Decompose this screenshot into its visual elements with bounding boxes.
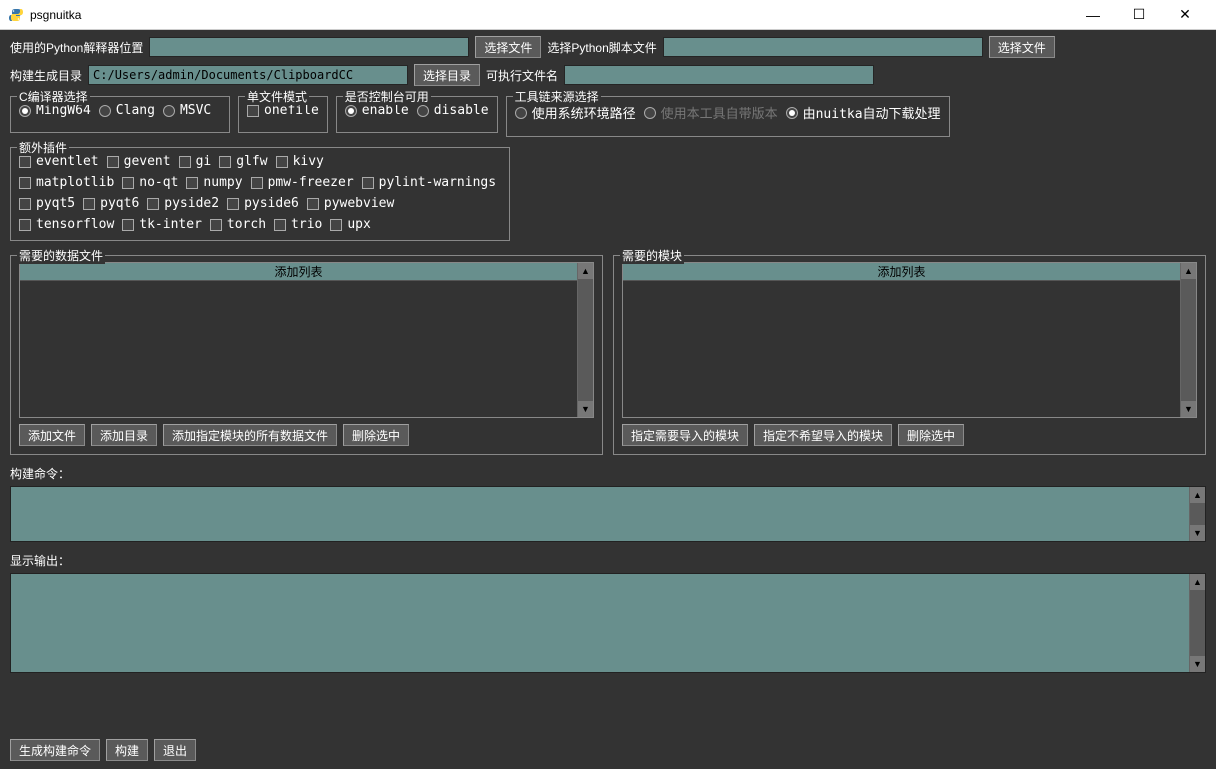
close-button[interactable]: ✕ — [1162, 0, 1208, 30]
datafiles-legend: 需要的数据文件 — [17, 247, 105, 264]
check-gevent[interactable]: gevent — [107, 154, 171, 169]
compiler-legend: C编译器选择 — [17, 88, 90, 105]
check-gi[interactable]: gi — [179, 154, 212, 169]
scroll-down-icon[interactable]: ▼ — [578, 401, 593, 417]
build-cmd-label: 构建命令： — [10, 465, 1206, 482]
scroll-up-icon[interactable]: ▲ — [1181, 263, 1196, 279]
toolchain-legend: 工具链来源选择 — [513, 88, 601, 105]
script-label: 选择Python脚本文件 — [547, 39, 656, 56]
check-onefile[interactable]: onefile — [247, 103, 319, 118]
scroll-down-icon[interactable]: ▼ — [1190, 525, 1205, 541]
modules-list-header: 添加列表 — [623, 263, 1180, 281]
check-no-qt[interactable]: no-qt — [122, 175, 178, 190]
script-input[interactable] — [663, 37, 983, 57]
check-torch[interactable]: torch — [210, 217, 266, 232]
add-dir-button[interactable]: 添加目录 — [91, 424, 157, 446]
modules-fieldset: 需要的模块 添加列表 ▲ ▼ 指定需要导入的模块 指定不希望导入的模块 删除选中 — [613, 255, 1206, 455]
modules-scrollbar[interactable]: ▲ ▼ — [1180, 263, 1196, 417]
compiler-fieldset: C编译器选择 MingW64 Clang MSVC — [10, 96, 230, 133]
gen-build-cmd-button[interactable]: 生成构建命令 — [10, 739, 100, 761]
radio-system-path[interactable]: 使用系统环境路径 — [515, 103, 636, 122]
check-glfw[interactable]: glfw — [219, 154, 267, 169]
modules-list[interactable]: 添加列表 — [623, 263, 1180, 417]
choose-script-file-button[interactable]: 选择文件 — [989, 36, 1055, 58]
plugins-legend: 额外插件 — [17, 139, 69, 156]
build-dir-label: 构建生成目录 — [10, 67, 82, 84]
scroll-down-icon[interactable]: ▼ — [1190, 656, 1205, 672]
exe-name-input[interactable] — [564, 65, 874, 85]
check-pylint-warnings[interactable]: pylint-warnings — [362, 175, 496, 190]
radio-msvc[interactable]: MSVC — [163, 103, 211, 118]
add-file-button[interactable]: 添加文件 — [19, 424, 85, 446]
output-label: 显示输出： — [10, 552, 1206, 569]
app-icon — [8, 7, 24, 23]
radio-mingw64[interactable]: MingW64 — [19, 103, 91, 118]
check-pyside2[interactable]: pyside2 — [147, 196, 219, 211]
check-kivy[interactable]: kivy — [276, 154, 324, 169]
scroll-up-icon[interactable]: ▲ — [1190, 574, 1205, 590]
output-scrollbar[interactable]: ▲ ▼ — [1189, 574, 1205, 672]
build-cmd-scrollbar[interactable]: ▲ ▼ — [1189, 487, 1205, 541]
check-numpy[interactable]: numpy — [186, 175, 242, 190]
maximize-button[interactable]: ☐ — [1116, 0, 1162, 30]
check-pmw-freezer[interactable]: pmw-freezer — [251, 175, 354, 190]
noimport-module-button[interactable]: 指定不希望导入的模块 — [754, 424, 892, 446]
choose-python-file-button[interactable]: 选择文件 — [475, 36, 541, 58]
import-module-button[interactable]: 指定需要导入的模块 — [622, 424, 748, 446]
titlebar: psgnuitka — ☐ ✕ — [0, 0, 1216, 30]
minimize-button[interactable]: — — [1070, 0, 1116, 30]
scroll-down-icon[interactable]: ▼ — [1181, 401, 1196, 417]
check-trio[interactable]: trio — [274, 217, 322, 232]
check-upx[interactable]: upx — [330, 217, 370, 232]
python-path-label: 使用的Python解释器位置 — [10, 39, 143, 56]
check-pyqt6[interactable]: pyqt6 — [83, 196, 139, 211]
toolchain-fieldset: 工具链来源选择 使用系统环境路径 使用本工具自带版本 由nuitka自动下载处理 — [506, 96, 950, 137]
datafiles-list-header: 添加列表 — [20, 263, 577, 281]
console-fieldset: 是否控制台可用 enable disable — [336, 96, 498, 133]
radio-disable[interactable]: disable — [417, 103, 489, 118]
datafiles-list[interactable]: 添加列表 — [20, 263, 577, 417]
check-pyside6[interactable]: pyside6 — [227, 196, 299, 211]
radio-clang[interactable]: Clang — [99, 103, 155, 118]
onefile-legend: 单文件模式 — [245, 88, 309, 105]
check-eventlet[interactable]: eventlet — [19, 154, 99, 169]
datafiles-delete-button[interactable]: 删除选中 — [343, 424, 409, 446]
exe-name-label: 可执行文件名 — [486, 67, 558, 84]
build-button[interactable]: 构建 — [106, 739, 148, 761]
scroll-up-icon[interactable]: ▲ — [1190, 487, 1205, 503]
python-path-input[interactable] — [149, 37, 469, 57]
add-module-data-button[interactable]: 添加指定模块的所有数据文件 — [163, 424, 337, 446]
choose-dir-button[interactable]: 选择目录 — [414, 64, 480, 86]
console-legend: 是否控制台可用 — [343, 88, 431, 105]
output-textarea[interactable] — [11, 574, 1189, 672]
check-tk-inter[interactable]: tk-inter — [122, 217, 202, 232]
modules-legend: 需要的模块 — [620, 247, 684, 264]
check-pyqt5[interactable]: pyqt5 — [19, 196, 75, 211]
build-dir-input[interactable] — [88, 65, 408, 85]
datafiles-fieldset: 需要的数据文件 添加列表 ▲ ▼ 添加文件 添加目录 添加指定模块的所有数据文件 — [10, 255, 603, 455]
radio-bundled: 使用本工具自带版本 — [644, 103, 778, 122]
scroll-up-icon[interactable]: ▲ — [578, 263, 593, 279]
modules-delete-button[interactable]: 删除选中 — [898, 424, 964, 446]
build-cmd-textarea[interactable] — [11, 487, 1189, 541]
check-pywebview[interactable]: pywebview — [307, 196, 394, 211]
datafiles-scrollbar[interactable]: ▲ ▼ — [577, 263, 593, 417]
onefile-fieldset: 单文件模式 onefile — [238, 96, 328, 133]
exit-button[interactable]: 退出 — [154, 739, 196, 761]
check-tensorflow[interactable]: tensorflow — [19, 217, 114, 232]
radio-enable[interactable]: enable — [345, 103, 409, 118]
window-title: psgnuitka — [30, 8, 1070, 22]
plugins-fieldset: 额外插件 eventlet gevent gi glfw kivy matplo… — [10, 147, 510, 241]
check-matplotlib[interactable]: matplotlib — [19, 175, 114, 190]
radio-nuitka-download[interactable]: 由nuitka自动下载处理 — [786, 103, 941, 122]
